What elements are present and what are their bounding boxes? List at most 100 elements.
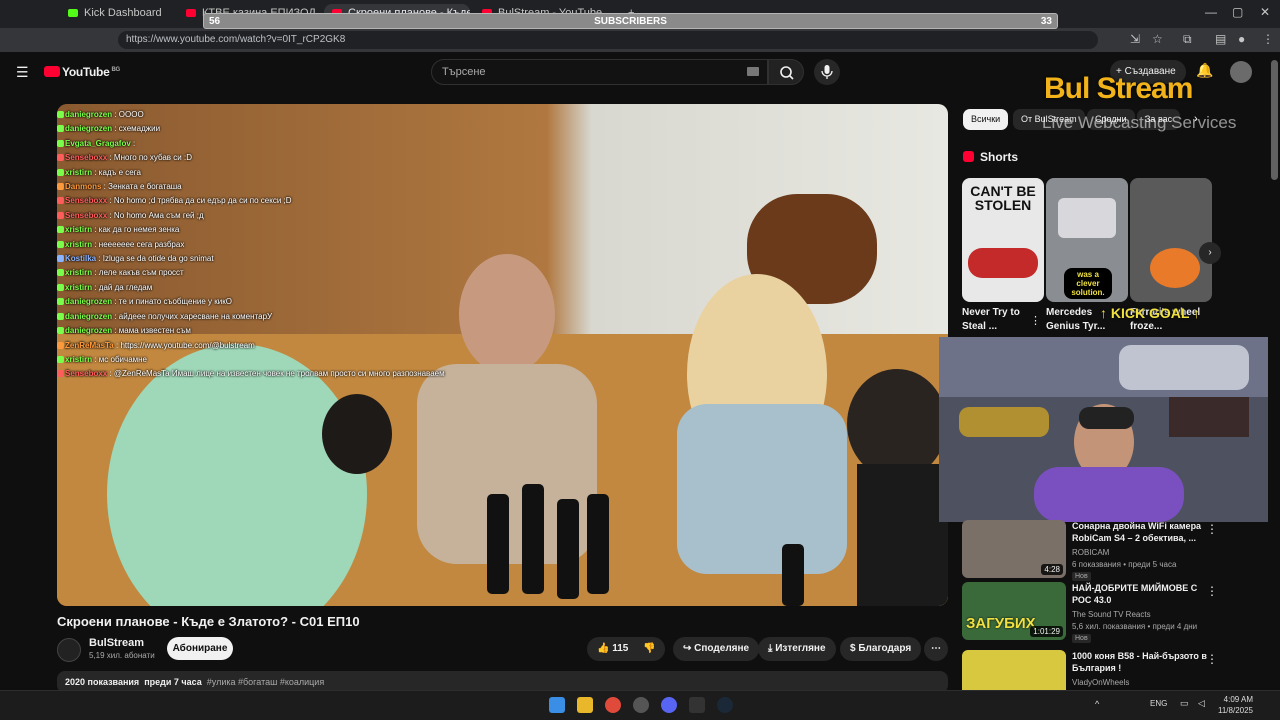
- arrow-up-icon: ↑: [1189, 305, 1201, 321]
- video-channel[interactable]: ROBICAM: [1072, 548, 1109, 557]
- sidebar-icon[interactable]: ▤: [1215, 32, 1226, 46]
- video-menu-icon[interactable]: ⋮: [1206, 652, 1218, 666]
- install-icon[interactable]: ⇲: [1130, 32, 1140, 46]
- thanks-button[interactable]: $ Благодаря: [840, 637, 922, 661]
- platform-badge-icon: [57, 370, 64, 378]
- voice-search-button[interactable]: [814, 59, 840, 85]
- youtube-logo[interactable]: YouTube BG: [44, 65, 120, 79]
- chat-message: Senseboxx : @ZenReMasTa Имаш лице на изв…: [57, 367, 487, 381]
- video-channel[interactable]: The Sound TV Reacts: [1072, 610, 1151, 619]
- streamer-webcam-overlay: [939, 337, 1268, 522]
- chat-message: xristirn : кадъ е сега: [57, 166, 487, 180]
- profile-icon[interactable]: ●: [1238, 32, 1245, 46]
- steam-icon[interactable]: [717, 697, 733, 713]
- url-field[interactable]: https://www.youtube.com/watch?v=0IT_rCP2…: [118, 31, 1098, 49]
- discord-icon[interactable]: [661, 697, 677, 713]
- chip-all[interactable]: Всички: [963, 109, 1009, 130]
- tab-kick-dashboard[interactable]: Kick Dashboard: [60, 4, 170, 26]
- extensions-icon[interactable]: ⧉: [1183, 32, 1192, 47]
- like-count: 115: [612, 643, 629, 654]
- recommended-video[interactable]: ЗАГУБИХ 1:01:29 НАЙ-ДОБРИТЕ МИЙМОВЕ С РОС …: [962, 582, 1262, 643]
- platform-badge-icon: [57, 168, 64, 176]
- short-overlay-text: was a clever solution.: [1064, 268, 1112, 299]
- chat-text: как да го немея зенка: [98, 225, 180, 235]
- arrow-up-icon: ↑: [1100, 305, 1111, 321]
- short-card[interactable]: CAN'T BE STOLEN: [962, 178, 1044, 302]
- video-title[interactable]: Сонарна двойна WiFi камера RobiCam S4 – …: [1072, 520, 1207, 544]
- video-thumbnail[interactable]: 4:28: [962, 520, 1066, 578]
- chat-separator: :: [92, 239, 99, 249]
- video-channel[interactable]: VladyOnWheels: [1072, 678, 1129, 687]
- subscribe-button[interactable]: Абониране: [167, 637, 233, 660]
- video-duration: 1:01:29: [1030, 626, 1063, 637]
- video-thumbnail[interactable]: ЗАГУБИХ 1:01:29: [962, 582, 1066, 640]
- keyboard-icon[interactable]: [747, 67, 759, 76]
- subscribers-goal-bar: 56 SUBSCRIBERS 33: [203, 13, 1058, 29]
- menu-icon[interactable]: ⋮: [1262, 32, 1274, 46]
- chat-text: https://www.youtube.com/@bulstream: [120, 340, 255, 350]
- short-card[interactable]: was a clever solution.: [1046, 178, 1128, 302]
- volume-icon[interactable]: ◁: [1198, 698, 1205, 709]
- chat-username: xristirn: [65, 167, 93, 177]
- subs-label: SUBSCRIBERS: [594, 16, 667, 27]
- hamburger-icon[interactable]: ☰: [16, 64, 29, 81]
- chat-text: No homo Ама съм гей ;д: [113, 210, 204, 220]
- youtube-icon: [186, 9, 196, 18]
- chat-separator: :: [107, 196, 114, 206]
- video-menu-icon[interactable]: ⋮: [1206, 584, 1218, 598]
- kick-goal-banner: ↑ KICK GOAL ↑: [1100, 305, 1200, 321]
- new-badge: Нов: [1072, 572, 1091, 581]
- chat-separator: :: [92, 282, 99, 292]
- short-card[interactable]: [1130, 178, 1212, 302]
- hashtags[interactable]: #улика #богаташ #коалиция: [207, 677, 324, 687]
- channel-name[interactable]: BulStream: [89, 637, 144, 649]
- search-placeholder: Търсене: [442, 66, 486, 78]
- platform-badge-icon: [57, 197, 64, 205]
- chat-separator: :: [107, 153, 114, 163]
- download-button[interactable]: ⤓ Изтегляне: [758, 637, 836, 661]
- video-menu-icon[interactable]: ⋮: [1206, 522, 1218, 536]
- maximize-icon[interactable]: ▢: [1232, 5, 1243, 19]
- chat-separator: :: [112, 311, 119, 321]
- file-explorer-icon[interactable]: [577, 697, 593, 713]
- chat-separator: :: [112, 297, 119, 307]
- bulstream-logo: Bul Stream: [1044, 72, 1193, 105]
- close-icon[interactable]: ✕: [1260, 5, 1270, 19]
- chrome-icon[interactable]: [605, 697, 621, 713]
- obs-icon[interactable]: [633, 697, 649, 713]
- chat-message: xristirn : леле какъв съм просст: [57, 266, 487, 280]
- notifications-bell-icon[interactable]: 🔔: [1196, 62, 1213, 79]
- recommended-video[interactable]: 4:28 Сонарна двойна WiFi камера RobiCam S…: [962, 520, 1262, 581]
- language-indicator[interactable]: ENG: [1150, 699, 1167, 708]
- account-avatar[interactable]: [1230, 61, 1252, 83]
- shorts-next-button[interactable]: ›: [1199, 242, 1221, 264]
- more-actions-button[interactable]: ⋯: [924, 637, 948, 661]
- bookmark-icon[interactable]: ☆: [1152, 32, 1163, 46]
- video-title[interactable]: 1000 коня B58 - Най-бързото в България !: [1072, 650, 1207, 674]
- search-button[interactable]: [768, 59, 804, 85]
- new-badge: Нов: [1072, 634, 1091, 643]
- chat-message: daniegrozen : ОООО: [57, 108, 487, 122]
- thumbs-up-icon: 👍: [597, 643, 613, 654]
- chat-username: Senseboxx: [65, 196, 108, 206]
- tray-chevron-icon[interactable]: ^: [1095, 699, 1099, 709]
- search-input[interactable]: Търсене: [431, 59, 768, 85]
- like-button[interactable]: 👍 115: [597, 643, 628, 654]
- share-button[interactable]: ↪ Споделяне: [673, 637, 760, 661]
- chat-separator: :: [112, 326, 119, 336]
- chat-username: daniegrozen: [65, 297, 113, 307]
- video-player[interactable]: daniegrozen : ОООО daniegrozen : схемаджи…: [57, 104, 948, 606]
- minimize-icon[interactable]: —: [1205, 5, 1217, 19]
- channel-avatar[interactable]: [57, 638, 81, 662]
- network-icon[interactable]: ▭: [1180, 698, 1189, 709]
- dislike-button[interactable]: 👎: [643, 643, 655, 654]
- video-title[interactable]: НАЙ-ДОБРИТЕ МИЙМОВЕ С РОС 43.0: [1072, 582, 1207, 606]
- terminal-icon[interactable]: [689, 697, 705, 713]
- short-menu-icon[interactable]: ⋮: [1030, 314, 1041, 327]
- page-scrollbar[interactable]: [1271, 60, 1278, 180]
- chat-message: daniegrozen : схемаджии: [57, 122, 487, 136]
- start-icon[interactable]: [549, 697, 565, 713]
- chat-text: No homo ;d трябва да си едър да си по се…: [113, 196, 292, 206]
- short-title[interactable]: Never Try to Steal ...: [962, 306, 1038, 334]
- system-clock[interactable]: 4:09 AM 11/8/2025: [1218, 694, 1253, 716]
